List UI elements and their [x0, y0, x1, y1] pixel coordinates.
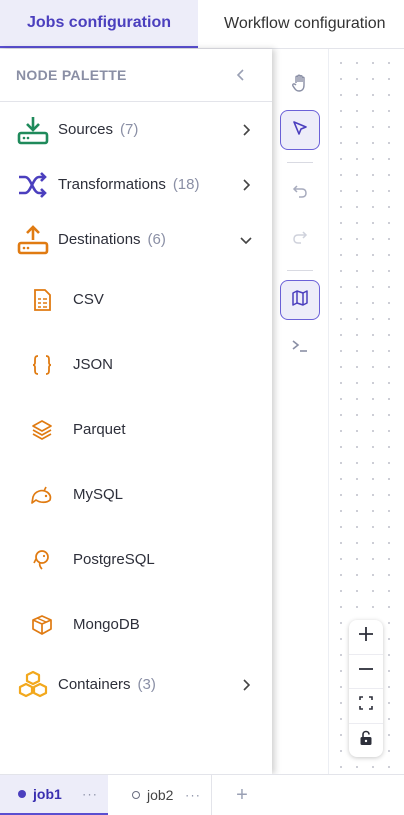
minimap-toggle-button[interactable] [280, 280, 320, 320]
toolbar-divider [287, 162, 313, 163]
node-label: MongoDB [73, 616, 140, 633]
chevron-left-icon[interactable] [234, 68, 248, 82]
job-tab-label: job2 [147, 787, 174, 803]
zoom-in-icon [358, 626, 374, 647]
job-tabs: job1 ··· job2 ··· + [0, 774, 404, 815]
category-destinations[interactable]: Destinations (6) [0, 212, 272, 267]
more-options-icon[interactable]: ··· [82, 787, 98, 802]
pan-tool-button[interactable] [280, 65, 320, 105]
undo-button[interactable] [280, 173, 320, 213]
palette-title: NODE PALETTE [16, 67, 127, 83]
node-label: Parquet [73, 421, 126, 438]
json-braces-icon [30, 353, 54, 377]
download-tray-icon [16, 113, 50, 147]
palette-node-postgresql[interactable]: PostgreSQL [0, 527, 272, 592]
node-label: PostgreSQL [73, 551, 155, 568]
palette-node-json[interactable]: JSON [0, 332, 272, 397]
category-count: (6) [147, 231, 166, 248]
job-tab-label: job1 [33, 786, 62, 802]
node-label: CSV [73, 291, 104, 308]
category-label: Destinations [58, 231, 141, 248]
chevron-right-icon [240, 178, 252, 191]
lock-canvas-button[interactable] [349, 724, 383, 758]
palette-node-parquet[interactable]: Parquet [0, 397, 272, 462]
terminal-icon [290, 338, 310, 359]
category-sources[interactable]: Sources (7) [0, 102, 272, 157]
hand-icon [290, 73, 310, 98]
elephant-icon [30, 548, 54, 572]
chevron-right-icon [240, 123, 252, 136]
map-icon [291, 289, 309, 312]
category-label: Transformations [58, 176, 166, 193]
console-button[interactable] [280, 328, 320, 368]
job-tab-job2[interactable]: job2 ··· [108, 775, 212, 815]
shuffle-icon [16, 168, 50, 202]
cubes-icon [16, 668, 50, 702]
config-tabs: Jobs configuration Workflow configuratio… [0, 0, 404, 49]
undo-icon [291, 182, 309, 205]
database-box-icon [30, 613, 54, 637]
redo-button[interactable] [280, 219, 320, 259]
category-transformations[interactable]: Transformations (18) [0, 157, 272, 212]
tab-workflow-configuration[interactable]: Workflow configuration [198, 0, 404, 48]
zoom-in-button[interactable] [349, 620, 383, 655]
toolbar-divider [287, 270, 313, 271]
chevron-right-icon [240, 678, 252, 691]
category-count: (18) [172, 176, 200, 193]
select-tool-button[interactable] [280, 110, 320, 150]
node-palette: NODE PALETTE Sources (7) Transformations… [0, 49, 272, 774]
node-label: JSON [73, 356, 114, 373]
chevron-down-icon [240, 234, 252, 246]
inactive-dot-icon [132, 791, 140, 799]
canvas-toolbar [272, 49, 328, 774]
node-label: MySQL [73, 486, 124, 503]
fit-view-button[interactable] [349, 689, 383, 724]
palette-node-csv[interactable]: CSV [0, 267, 272, 332]
category-containers[interactable]: Containers (3) [0, 657, 272, 712]
active-dot-icon [18, 790, 26, 798]
category-label: Containers [58, 676, 131, 693]
category-count: (7) [120, 121, 139, 138]
palette-node-mongodb[interactable]: MongoDB [0, 592, 272, 657]
category-count: (3) [137, 676, 156, 693]
more-options-icon[interactable]: ··· [185, 788, 201, 803]
fit-view-icon [359, 696, 373, 715]
tab-jobs-configuration[interactable]: Jobs configuration [0, 0, 198, 48]
palette-header: NODE PALETTE [0, 49, 272, 102]
job-tab-job1[interactable]: job1 ··· [0, 775, 108, 815]
layers-icon [30, 418, 54, 442]
add-job-button[interactable]: + [222, 775, 262, 815]
dolphin-icon [30, 483, 54, 507]
upload-tray-icon [16, 223, 50, 257]
lock-icon [359, 730, 373, 751]
palette-node-mysql[interactable]: MySQL [0, 462, 272, 527]
zoom-controls [349, 620, 383, 757]
pointer-icon [291, 119, 309, 142]
zoom-out-icon [358, 661, 374, 682]
category-label: Sources [58, 121, 114, 138]
redo-icon [291, 228, 309, 251]
csv-file-icon [30, 288, 54, 312]
zoom-out-button[interactable] [349, 655, 383, 689]
